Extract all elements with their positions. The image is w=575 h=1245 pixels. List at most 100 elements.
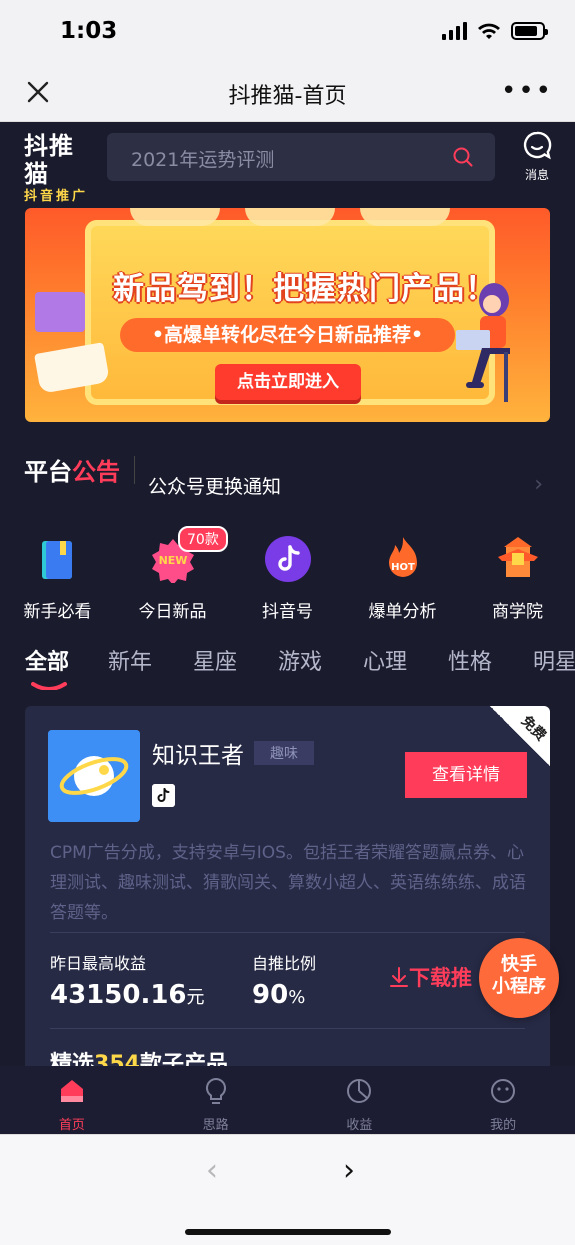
- quick-entry-beginner[interactable]: 新手必看: [0, 535, 115, 622]
- quick-entry-new-products[interactable]: NEW 70款 今日新品: [115, 526, 230, 622]
- message-bubble-icon: [523, 131, 552, 160]
- search-icon[interactable]: [451, 145, 475, 169]
- status-time: 1:03: [60, 18, 118, 44]
- view-details-button[interactable]: 查看详情: [405, 752, 527, 798]
- svg-text:NEW: NEW: [158, 554, 187, 567]
- banner-enter-button[interactable]: 点击立即进入: [215, 364, 361, 400]
- quick-entry-label: 爆单分析: [368, 602, 437, 622]
- free-corner-label: 免费: [517, 713, 549, 745]
- card-divider: [50, 932, 525, 933]
- battery-icon: [511, 22, 548, 40]
- download-icon: [390, 967, 408, 987]
- tab-psychology[interactable]: 心理: [363, 644, 407, 676]
- app-header: 抖推猫 抖音推广 2021年运势评测 消息: [0, 122, 575, 204]
- quick-entry-label: 今日新品: [138, 602, 207, 622]
- quick-entry-grid: 新手必看 NEW 70款 今日新品 抖音号 HOT 爆单分析 商学院: [0, 526, 575, 622]
- quick-entry-label: 商学院: [492, 602, 543, 622]
- tab-personality[interactable]: 性格: [448, 644, 492, 676]
- bottom-tab-label: 思路: [202, 1118, 229, 1133]
- banner-lamp: [360, 208, 450, 226]
- earnings-icon: [347, 1079, 372, 1103]
- float-line2: 小程序: [492, 976, 546, 997]
- stat-label: 自推比例: [252, 954, 317, 973]
- tab-celebrity[interactable]: 明星: [533, 644, 575, 676]
- bottom-tab-earnings[interactable]: 收益: [288, 1066, 432, 1134]
- platform-notice[interactable]: 平台公告 公众号更换通知 ›: [24, 448, 551, 498]
- page-title: 抖推猫-首页: [228, 84, 347, 109]
- download-label: 下载推: [409, 966, 472, 990]
- kuaishou-miniprogram-button[interactable]: 快手 小程序: [479, 938, 559, 1018]
- lightbulb-icon: [205, 1077, 226, 1104]
- douyin-platform-icon: [152, 784, 175, 807]
- logo-sub-text: 抖音推广: [24, 189, 89, 204]
- float-line1: 快手: [501, 954, 537, 975]
- more-menu-icon[interactable]: •••: [501, 76, 553, 106]
- product-card[interactable]: 免费 知识王者 趣味 查看详情 CPM广告分成，支持安卓与IOS。包括王者荣耀答…: [25, 706, 550, 1067]
- card-divider: [50, 1028, 525, 1029]
- tab-all[interactable]: 全部: [25, 644, 70, 690]
- book-icon: [41, 541, 72, 579]
- search-input[interactable]: 2021年运势评测: [107, 133, 495, 181]
- stat-unit: %: [288, 987, 306, 1008]
- tiktok-icon: [264, 536, 311, 582]
- notice-text: 公众号更换通知: [148, 476, 282, 498]
- stat-value: 43150.16元: [50, 980, 205, 1010]
- app-main: 抖推猫 抖音推广 2021年运势评测 消息 新品驾到！把握热门产品！ •高爆单转…: [0, 122, 575, 1067]
- download-promo-link[interactable]: 下载推: [389, 962, 472, 992]
- product-description: CPM广告分成，支持安卓与IOS。包括王者荣耀答题赢点券、心理测试、趣味测试、猜…: [50, 843, 526, 923]
- banner-monitor-illustration: [35, 292, 85, 332]
- quick-entry-hot-analysis[interactable]: HOT 爆单分析: [345, 535, 460, 622]
- forward-arrow-icon[interactable]: ›: [343, 1153, 355, 1188]
- back-arrow-icon[interactable]: ‹: [206, 1153, 218, 1188]
- bottom-tab-label: 首页: [58, 1118, 85, 1133]
- promo-banner[interactable]: 新品驾到！把握热门产品！ •高爆单转化尽在今日新品推荐• 点击立即进入: [25, 208, 550, 422]
- product-tag: 趣味: [254, 741, 314, 765]
- stat-yesterday-income: 昨日最高收益 43150.16元: [50, 950, 205, 1010]
- quick-entry-label: 新手必看: [23, 602, 92, 622]
- quick-entry-business-school[interactable]: 商学院: [460, 535, 575, 622]
- status-bar: 1:03: [0, 0, 575, 64]
- more-products-heading: 精选354款子产品: [50, 1046, 228, 1067]
- banner-subline: •高爆单转化尽在今日新品推荐•: [120, 318, 455, 352]
- notice-badge-white: 平台: [24, 458, 72, 486]
- banner-lamp: [130, 208, 220, 226]
- profile-icon: [491, 1079, 516, 1103]
- tab-new-year[interactable]: 新年: [108, 644, 152, 676]
- bottom-tab-ideas[interactable]: 思路: [144, 1066, 288, 1134]
- bottom-tab-bar: 首页 思路 收益 我的: [0, 1066, 575, 1134]
- tab-constellation[interactable]: 星座: [193, 644, 237, 676]
- status-icons: [442, 22, 548, 40]
- more-count: 354: [94, 1052, 140, 1067]
- notice-badge: 平台公告: [24, 452, 120, 487]
- more-suffix: 款子产品: [139, 1052, 228, 1067]
- new-count-badge: 70款: [178, 526, 228, 552]
- chevron-right-icon: ›: [534, 472, 543, 497]
- banner-headline: 新品驾到！把握热门产品！: [113, 271, 497, 307]
- bottom-tab-home[interactable]: 首页: [0, 1066, 144, 1134]
- home-icon: [60, 1080, 83, 1102]
- bottom-tab-label: 收益: [346, 1118, 373, 1133]
- category-tabs: 全部 新年 星座 游戏 心理 性格 明星: [0, 644, 575, 694]
- more-prefix: 精选: [50, 1052, 95, 1067]
- stat-number: 90: [252, 980, 289, 1010]
- school-icon: [497, 537, 538, 577]
- stat-number: 43150.16: [50, 980, 187, 1010]
- stat-unit: 元: [186, 987, 205, 1008]
- tab-label: 全部: [25, 650, 70, 675]
- bottom-tab-profile[interactable]: 我的: [431, 1066, 575, 1134]
- hot-flame-icon: HOT: [388, 537, 417, 577]
- planet-icon: [48, 730, 140, 822]
- search-placeholder: 2021年运势评测: [131, 149, 275, 171]
- tab-underline: [31, 682, 67, 690]
- quick-entry-label: 抖音号: [262, 602, 313, 622]
- message-label: 消息: [524, 168, 549, 182]
- quick-entry-douyin-account[interactable]: 抖音号: [230, 535, 345, 622]
- stat-value: 90%: [252, 980, 316, 1010]
- message-button[interactable]: 消息: [517, 130, 557, 183]
- logo-main-text: 抖推猫: [24, 132, 74, 188]
- notice-badge-red: 公告: [72, 458, 120, 486]
- tab-games[interactable]: 游戏: [278, 644, 322, 676]
- banner-lamp: [245, 208, 335, 226]
- wifi-icon: [478, 23, 500, 39]
- bottom-tab-label: 我的: [490, 1118, 517, 1133]
